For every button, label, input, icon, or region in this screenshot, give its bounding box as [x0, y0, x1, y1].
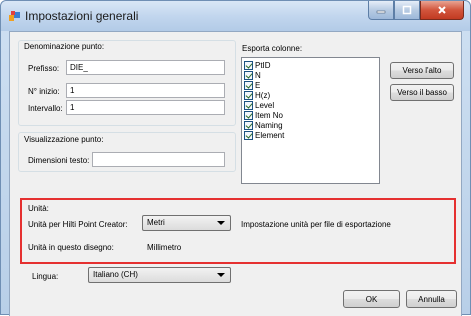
list-item[interactable]: N	[244, 70, 261, 80]
window-title: Impostazioni generali	[25, 9, 139, 23]
language-value: Italiano (CH)	[93, 270, 138, 279]
hpc-units-value: Metri	[147, 218, 165, 227]
window-controls	[368, 1, 464, 21]
checkbox-checked-icon[interactable]	[244, 100, 253, 110]
start-number-label: N° inizio:	[28, 87, 60, 96]
hpc-units-label: Unità per Hilti Point Creator:	[28, 220, 128, 229]
export-columns-list[interactable]: PtID N E H(z) Level Item No Naming Eleme…	[241, 57, 380, 184]
app-icon	[9, 11, 20, 21]
chevron-down-icon	[217, 221, 225, 225]
list-item[interactable]: PtID	[244, 60, 271, 70]
move-down-button[interactable]: Verso il basso	[390, 84, 454, 101]
title-bar[interactable]: Impostazioni generali	[1, 1, 470, 31]
text-size-input[interactable]	[92, 152, 225, 167]
list-item[interactable]: Element	[244, 130, 284, 140]
minimize-button[interactable]	[368, 1, 394, 20]
export-columns-label: Esporta colonne:	[242, 44, 303, 53]
checkbox-checked-icon[interactable]	[244, 80, 253, 90]
dialog-window: Impostazioni generali Denominazione punt…	[0, 0, 471, 316]
list-item[interactable]: Naming	[244, 120, 283, 130]
prefix-label: Prefisso:	[28, 64, 60, 73]
hpc-units-select[interactable]: Metri	[142, 215, 231, 231]
chevron-down-icon	[217, 273, 225, 277]
checkbox-checked-icon[interactable]	[244, 70, 253, 80]
start-number-input[interactable]: 1	[66, 83, 225, 98]
language-label: Lingua:	[32, 272, 59, 281]
checkbox-checked-icon[interactable]	[244, 90, 253, 100]
text-size-label: Dimensioni testo:	[28, 156, 90, 165]
units-highlight-frame	[20, 198, 456, 264]
maximize-icon	[402, 5, 412, 15]
display-group-label: Visualizzazione punto:	[24, 135, 104, 144]
minimize-icon	[376, 10, 386, 14]
ok-button[interactable]: OK	[343, 290, 400, 308]
list-item[interactable]: H(z)	[244, 90, 270, 100]
checkbox-checked-icon[interactable]	[244, 130, 253, 140]
close-icon	[438, 6, 446, 14]
units-group-label: Unità:	[28, 204, 49, 213]
cancel-button[interactable]: Annulla	[406, 290, 457, 308]
list-item[interactable]: E	[244, 80, 260, 90]
interval-label: Intervallo:	[28, 104, 63, 113]
checkbox-checked-icon[interactable]	[244, 60, 253, 70]
interval-input[interactable]: 1	[66, 100, 225, 115]
list-item[interactable]: Level	[244, 100, 274, 110]
dialog-client-area: Denominazione punto: Prefisso: DIE_ N° i…	[9, 31, 462, 316]
move-up-button[interactable]: Verso l'alto	[390, 62, 454, 79]
checkbox-checked-icon[interactable]	[244, 110, 253, 120]
drawing-units-label: Unità in questo disegno:	[28, 243, 114, 252]
list-item[interactable]: Item No	[244, 110, 283, 120]
maximize-button[interactable]	[394, 1, 420, 20]
checkbox-checked-icon[interactable]	[244, 120, 253, 130]
close-button[interactable]	[420, 1, 464, 20]
drawing-units-value: Millimetro	[147, 243, 182, 252]
export-units-note: Impostazione unità per file di esportazi…	[241, 220, 391, 229]
prefix-input[interactable]: DIE_	[66, 60, 225, 75]
language-select[interactable]: Italiano (CH)	[88, 267, 231, 283]
naming-group-label: Denominazione punto:	[24, 42, 105, 51]
